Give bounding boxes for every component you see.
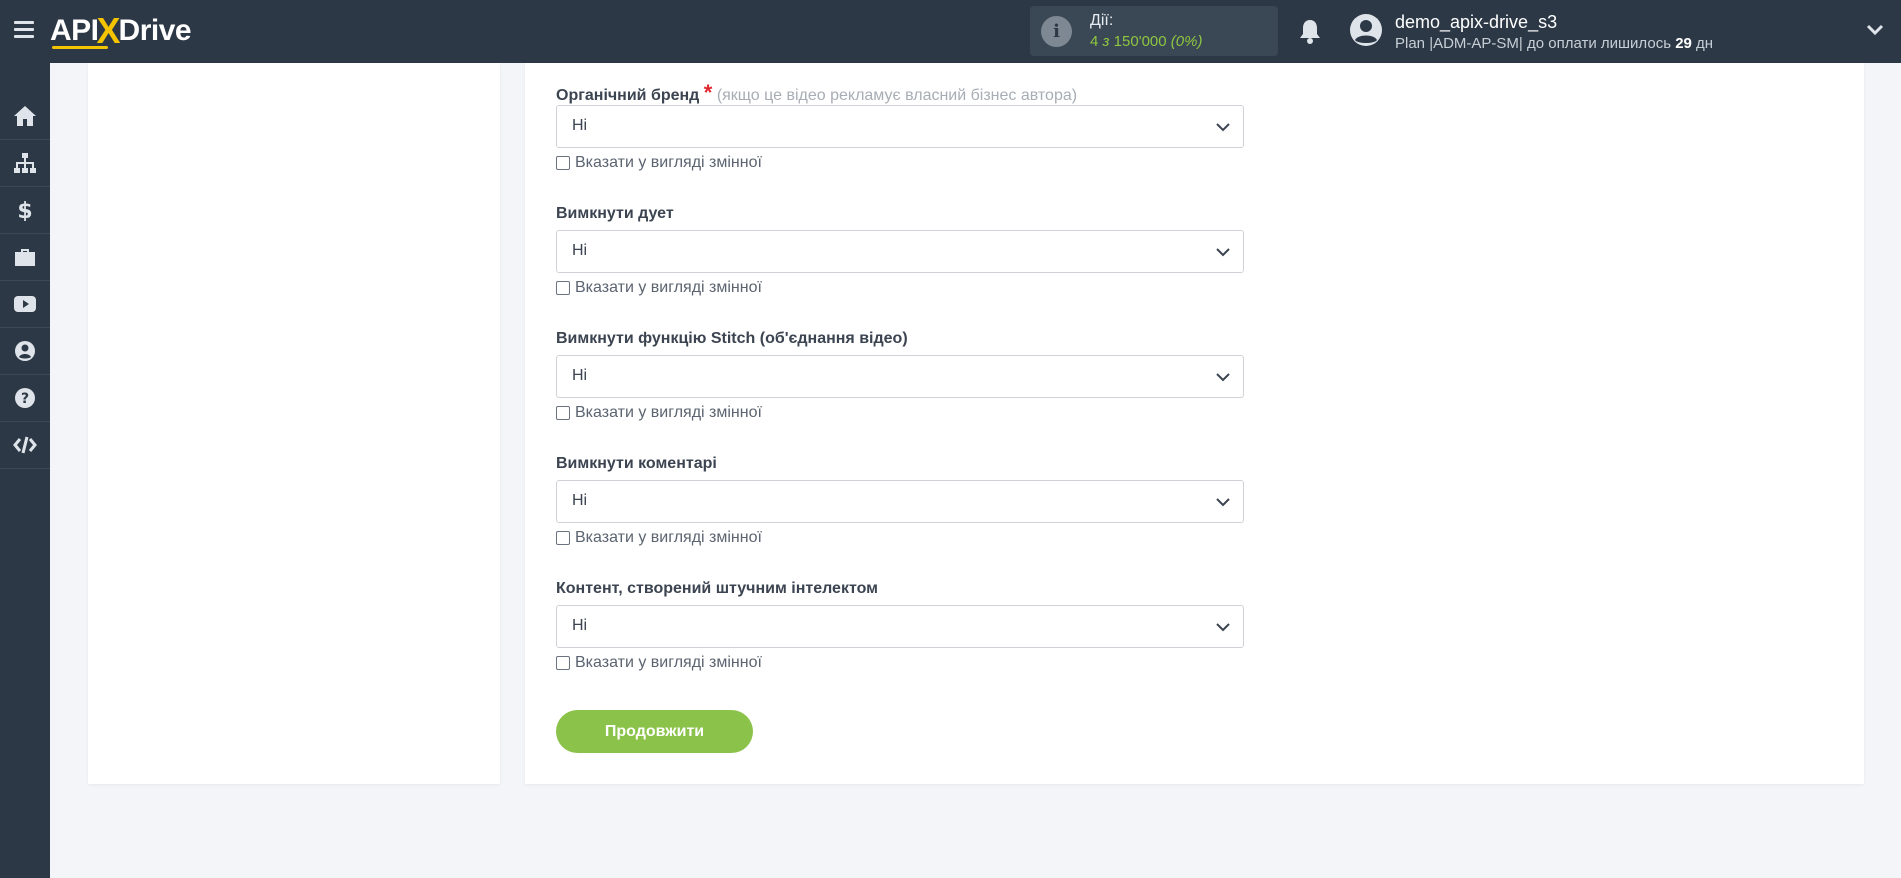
side-nav: $ ?: [0, 63, 50, 878]
nav-home[interactable]: [0, 93, 50, 140]
select-dropdown[interactable]: Ні: [556, 605, 1244, 648]
field-label: Вимкнути дует: [556, 205, 1244, 227]
top-bar: API X Drive i Дії: 4 з 150'000 (0%) demo…: [0, 0, 1901, 63]
chevron-down-icon: [1216, 623, 1230, 632]
variable-checkbox-label: Вказати у вигляді змінної: [575, 154, 762, 171]
logo-text-drive: Drive: [118, 14, 192, 47]
logo-underline: [52, 46, 108, 49]
variable-toggle[interactable]: Вказати у вигляді змінної: [556, 404, 1244, 422]
home-icon: [14, 106, 36, 126]
field-label-text: Вимкнути коментарі: [556, 455, 717, 472]
select-value: Ні: [572, 117, 588, 134]
field-label-text: Органічний бренд: [556, 87, 700, 104]
left-panel: [88, 63, 500, 784]
field-label: Вимкнути функцію Stitch (об'єднання віде…: [556, 330, 1244, 352]
variable-checkbox-label: Вказати у вигляді змінної: [575, 279, 762, 296]
nav-api[interactable]: [0, 422, 50, 469]
variable-toggle[interactable]: Вказати у вигляді змінної: [556, 529, 1244, 547]
variable-toggle[interactable]: Вказати у вигляді змінної: [556, 279, 1244, 297]
variable-toggle[interactable]: Вказати у вигляді змінної: [556, 654, 1244, 672]
actions-counter[interactable]: i Дії: 4 з 150'000 (0%): [1030, 6, 1278, 56]
variable-checkbox[interactable]: [556, 156, 570, 170]
select-value: Ні: [572, 367, 588, 384]
form-field: Вимкнути дует Ні Вказати у вигляді змінної: [556, 205, 1244, 297]
chevron-down-icon: [1216, 248, 1230, 257]
chevron-down-icon[interactable]: [1866, 24, 1884, 36]
actions-percent: (0%): [1170, 33, 1203, 50]
plan-text: Plan |ADM-AP-SM| до оплати лишилось: [1395, 35, 1672, 52]
form-field: Вимкнути коментарі Ні Вказати у вигляді зм…: [556, 455, 1244, 547]
variable-checkbox[interactable]: [556, 281, 570, 295]
field-label: Вимкнути коментарі: [556, 455, 1244, 477]
field-hint: (якщо це відео рекламує власний бізнес а…: [716, 87, 1078, 104]
actions-of: з: [1102, 33, 1110, 50]
dollar-icon: $: [17, 199, 32, 221]
form-field: Контент, створений штучним інтелектом Ні В…: [556, 580, 1244, 672]
svg-text:?: ?: [21, 391, 29, 407]
chevron-down-icon: [1216, 123, 1230, 132]
form-field: Органічний бренд * (якщо це відео реклам…: [556, 80, 1244, 172]
avatar-icon[interactable]: [1350, 14, 1382, 46]
variable-checkbox-label: Вказати у вигляді змінної: [575, 654, 762, 671]
actions-limit: 150'000: [1113, 33, 1167, 50]
briefcase-icon: [15, 249, 35, 266]
actions-count: 4: [1090, 33, 1099, 50]
chevron-down-icon: [1216, 373, 1230, 382]
variable-checkbox-label: Вказати у вигляді змінної: [575, 529, 762, 546]
select-dropdown[interactable]: Ні: [556, 230, 1244, 273]
username[interactable]: demo_apix-drive_s3: [1395, 12, 1557, 33]
nav-profile[interactable]: [0, 328, 50, 375]
info-icon: i: [1041, 16, 1072, 47]
chevron-down-icon: [1216, 498, 1230, 507]
select-value: Ні: [572, 617, 588, 634]
form-field: Вимкнути функцію Stitch (об'єднання віде…: [556, 330, 1244, 422]
variable-checkbox[interactable]: [556, 656, 570, 670]
variable-checkbox[interactable]: [556, 531, 570, 545]
select-value: Ні: [572, 492, 588, 509]
actions-value: 4 з 150'000 (0%): [1090, 33, 1202, 50]
nav-services[interactable]: [0, 234, 50, 281]
logo-text-api: API: [50, 14, 99, 47]
variable-checkbox-label: Вказати у вигляді змінної: [575, 404, 762, 421]
menu-icon[interactable]: [14, 21, 34, 39]
continue-button[interactable]: Продовжити: [556, 710, 753, 753]
select-value: Ні: [572, 242, 588, 259]
svg-text:$: $: [17, 199, 32, 221]
nav-connections[interactable]: [0, 140, 50, 187]
nav-video[interactable]: [0, 281, 50, 328]
variable-toggle[interactable]: Вказати у вигляді змінної: [556, 154, 1244, 172]
field-label-text: Контент, створений штучним інтелектом: [556, 580, 878, 597]
field-label-text: Вимкнути дует: [556, 205, 674, 222]
actions-label: Дії:: [1090, 12, 1114, 29]
field-label: Контент, створений штучним інтелектом: [556, 580, 1244, 602]
sitemap-icon: [14, 153, 36, 173]
days-unit: дн: [1696, 35, 1714, 52]
field-label: Органічний бренд * (якщо це відео реклам…: [556, 80, 1244, 105]
select-dropdown[interactable]: Ні: [556, 355, 1244, 398]
variable-checkbox[interactable]: [556, 406, 570, 420]
youtube-icon: [14, 296, 36, 312]
logo[interactable]: API X Drive: [50, 10, 192, 51]
user-circle-icon: [15, 341, 35, 361]
code-icon: [13, 436, 37, 454]
nav-help[interactable]: ?: [0, 375, 50, 422]
select-dropdown[interactable]: Ні: [556, 105, 1244, 148]
field-label-text: Вимкнути функцію Stitch (об'єднання віде…: [556, 330, 908, 347]
bell-icon[interactable]: [1298, 18, 1322, 44]
required-mark: *: [703, 80, 713, 105]
nav-billing[interactable]: $: [0, 187, 50, 234]
select-dropdown[interactable]: Ні: [556, 480, 1244, 523]
plan-info: Plan |ADM-AP-SM| до оплати лишилось 29 д…: [1395, 35, 1713, 52]
help-icon: ?: [15, 388, 35, 408]
days-left: 29: [1675, 35, 1692, 52]
